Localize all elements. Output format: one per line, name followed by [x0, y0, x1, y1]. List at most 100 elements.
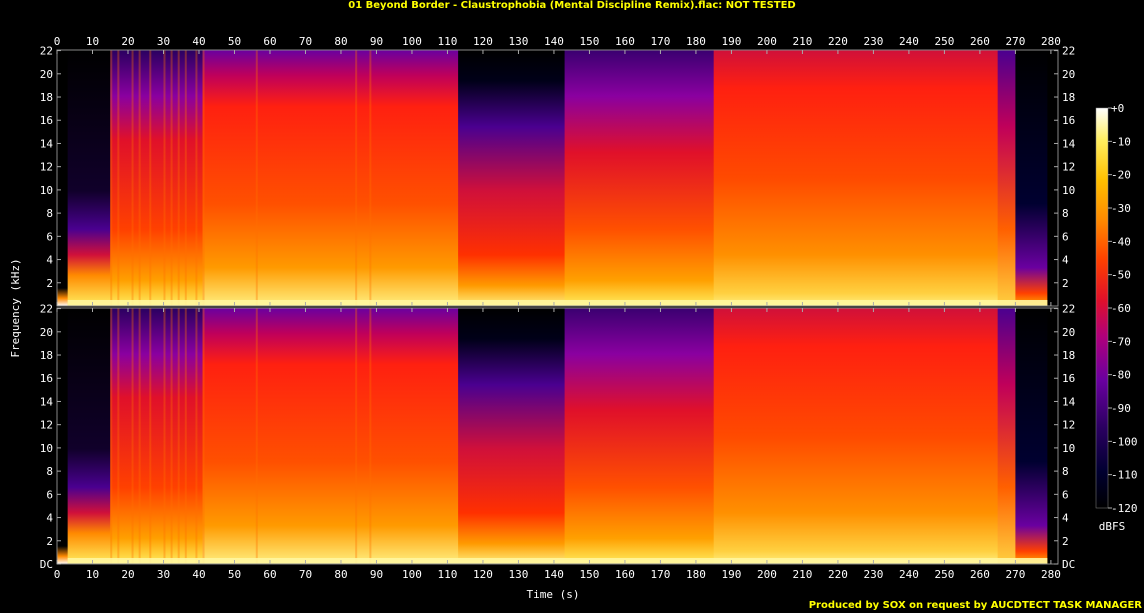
x-tick-label-bottom: 180: [686, 568, 706, 581]
x-tick-label-top: 130: [509, 35, 529, 48]
x-tick-label-bottom: 190: [721, 568, 741, 581]
transient-streak: [355, 308, 358, 564]
transient-streak: [149, 308, 152, 564]
colorbar-tick-label: +0: [1111, 102, 1124, 115]
x-tick-label-top: 230: [863, 35, 883, 48]
x-tick-label-bottom: 220: [828, 568, 848, 581]
low-frequency-band: [67, 300, 1048, 306]
x-tick-label-top: 60: [263, 35, 276, 48]
y-tick-label-right: 12: [1062, 161, 1075, 174]
y-tick-label-right: 6: [1062, 488, 1069, 501]
colorbar-tick-label: -110: [1111, 469, 1138, 482]
y-tick-label-left: 12: [40, 419, 53, 432]
spectrogram-channel-1: [57, 50, 1058, 306]
x-tick-label-bottom: 20: [121, 568, 134, 581]
y-tick-label-right: DC: [1062, 558, 1075, 571]
transient-streak: [110, 308, 113, 564]
x-tick-label-bottom: 100: [402, 568, 422, 581]
transient-streak: [195, 50, 198, 306]
spectrum-segment: [458, 50, 566, 306]
colorbar-tick-label: -10: [1111, 135, 1131, 148]
y-tick-label-left: 18: [40, 91, 53, 104]
x-tick-label-bottom: 60: [263, 568, 276, 581]
x-tick-label-top: 250: [934, 35, 954, 48]
y-tick-label-right: 16: [1062, 372, 1075, 385]
transient-streak: [131, 308, 134, 564]
x-tick-label-top: 170: [651, 35, 671, 48]
x-tick-label-top: 110: [438, 35, 458, 48]
x-tick-label-bottom: 240: [899, 568, 919, 581]
transient-streak: [195, 308, 198, 564]
spectrum-segment: [458, 308, 566, 564]
y-tick-label-right: 4: [1062, 512, 1069, 525]
x-tick-label-bottom: 210: [792, 568, 812, 581]
y-tick-label-right: 8: [1062, 207, 1069, 220]
y-tick-label-left: 6: [46, 488, 53, 501]
spectrum-segment: [110, 50, 204, 306]
y-tick-label-left: 20: [40, 326, 53, 339]
transient-streak: [138, 308, 141, 564]
spectrum-segment: [1015, 308, 1048, 564]
x-tick-label-top: 210: [792, 35, 812, 48]
x-tick-label-bottom: 50: [228, 568, 241, 581]
transient-streak: [202, 308, 205, 564]
spectrum-segment: [202, 50, 459, 306]
spectrum-segment: [110, 308, 204, 564]
x-tick-label-bottom: 170: [651, 568, 671, 581]
transient-streak: [184, 50, 187, 306]
x-tick-label-top: 0: [54, 35, 61, 48]
transient-streak: [110, 50, 113, 306]
spectrum-segment: [67, 308, 111, 564]
x-tick-label-bottom: 90: [370, 568, 383, 581]
spectrum-segment: [57, 50, 69, 306]
y-tick-label-right: 20: [1062, 68, 1075, 81]
y-tick-label-right: 16: [1062, 114, 1075, 127]
colorbar-tick-label: -120: [1111, 502, 1138, 515]
x-tick-label-top: 190: [721, 35, 741, 48]
x-tick-label-bottom: 160: [615, 568, 635, 581]
spectrum-segment: [564, 50, 715, 306]
transient-streak: [117, 308, 120, 564]
transient-streak: [177, 50, 180, 306]
spectrogram-chart: 0 0 10 10 20 20 30 30 40 40 50 50 60 60 70 70 80 80 90 90 10…: [9, 35, 1138, 601]
x-tick-label-top: 50: [228, 35, 241, 48]
transient-streak: [131, 50, 134, 306]
y-tick-label-left: 14: [40, 137, 54, 150]
x-tick-label-bottom: 270: [1005, 568, 1025, 581]
y-tick-label-right: 2: [1062, 535, 1069, 548]
y-tick-label-left: 6: [46, 230, 53, 243]
y-tick-label-right: 22: [1062, 45, 1075, 58]
colorbar-tick-label: -20: [1111, 169, 1131, 182]
y-tick-label-right: 8: [1062, 465, 1069, 478]
transient-streak: [163, 50, 166, 306]
y-tick-label-left: 8: [46, 465, 53, 478]
y-tick-label-left: DC: [40, 558, 53, 571]
transient-streak: [138, 50, 141, 306]
colorbar-tick-label: -90: [1111, 402, 1131, 415]
transient-streak: [255, 308, 258, 564]
spectrum-segment: [564, 308, 715, 564]
spectrum-segment: [1047, 50, 1058, 306]
y-tick-label-left: 16: [40, 114, 53, 127]
spectrum-segment: [1015, 50, 1048, 306]
spectrum-segment: [713, 308, 999, 564]
transient-streak: [202, 50, 205, 306]
x-tick-label-top: 140: [544, 35, 564, 48]
transient-streak: [117, 50, 120, 306]
x-tick-label-bottom: 120: [473, 568, 493, 581]
y-axis-title: Frequency (kHz): [9, 258, 22, 357]
transient-streak: [149, 50, 152, 306]
spectrum-segment: [713, 50, 999, 306]
x-tick-label-top: 200: [757, 35, 777, 48]
y-tick-label-right: 12: [1062, 419, 1075, 432]
transient-streak: [163, 308, 166, 564]
x-tick-label-top: 160: [615, 35, 635, 48]
y-tick-label-left: 22: [40, 45, 53, 58]
y-tick-label-left: 4: [46, 512, 53, 525]
x-tick-label-bottom: 250: [934, 568, 954, 581]
x-tick-label-bottom: 260: [970, 568, 990, 581]
x-tick-label-bottom: 80: [334, 568, 347, 581]
spectrum-segment: [57, 308, 69, 564]
transient-streak: [177, 308, 180, 564]
x-tick-label-bottom: 0: [54, 568, 61, 581]
